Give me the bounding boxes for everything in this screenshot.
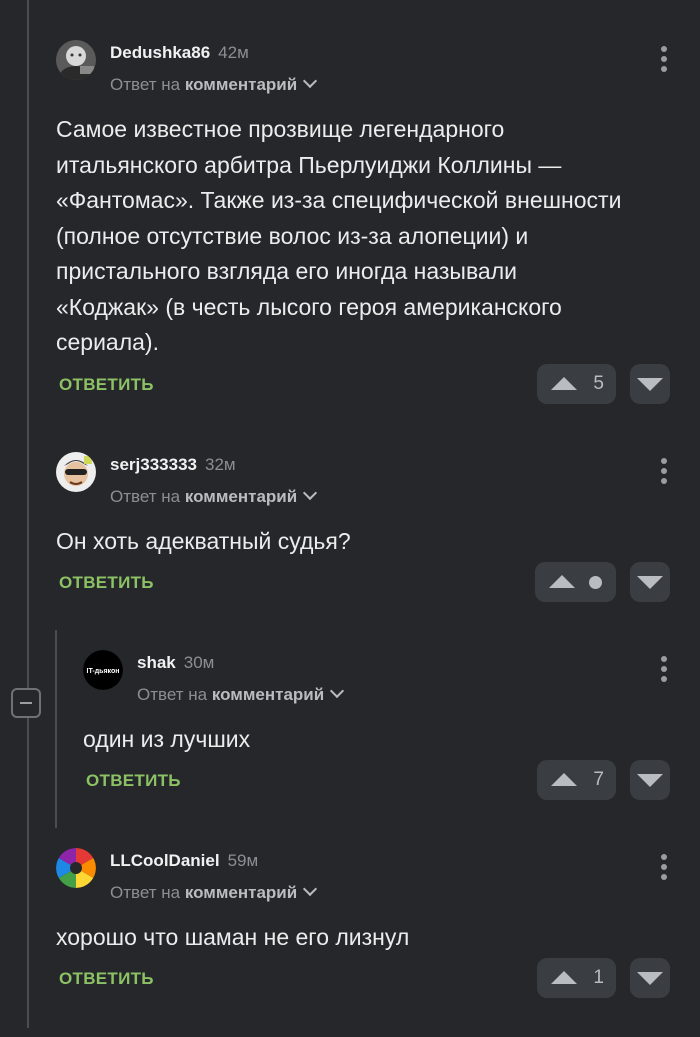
rating-score: 5 — [593, 373, 604, 394]
downvote-button[interactable] — [630, 958, 670, 998]
avatar[interactable] — [56, 40, 96, 80]
comment-time: 30м — [183, 653, 215, 672]
avatar-logo-icon: IT-дьякон — [83, 650, 123, 690]
reply-button[interactable]: ОТВЕТИТЬ — [59, 375, 154, 395]
author-name[interactable]: LLCoolDaniel 59м — [110, 851, 258, 871]
comments-page: Dedushka86 42м Ответ на комментарий Самое… — [0, 0, 700, 1037]
downvote-button[interactable] — [630, 364, 670, 404]
collapse-thread-button[interactable] — [11, 688, 41, 718]
reply-prefix: Ответ на — [110, 883, 181, 902]
rating-score: 7 — [593, 769, 604, 790]
arrow-up-icon — [551, 377, 577, 390]
reply-to[interactable]: Ответ на комментарий — [137, 683, 345, 705]
reply-target[interactable]: комментарий — [185, 487, 297, 506]
downvote-button[interactable] — [630, 562, 670, 602]
svg-text:IT-дьякон: IT-дьякон — [87, 668, 120, 675]
chevron-down-icon[interactable] — [303, 485, 318, 501]
comment-text: Он хоть адекватный судья? — [56, 528, 351, 554]
downvote-button[interactable] — [630, 760, 670, 800]
avatar[interactable] — [56, 848, 96, 888]
author-name[interactable]: shak 30м — [137, 653, 214, 673]
rating-hidden-dot — [589, 576, 602, 589]
more-options-icon[interactable] — [659, 46, 669, 72]
comment-time: 32м — [204, 455, 236, 474]
reply-prefix: Ответ на — [110, 487, 181, 506]
reply-button[interactable]: ОТВЕТИТЬ — [86, 771, 181, 791]
chevron-down-icon[interactable] — [330, 683, 345, 699]
more-options-icon[interactable] — [659, 656, 669, 682]
arrow-down-icon — [637, 576, 663, 589]
thread-line[interactable] — [27, 0, 29, 1028]
avatar-rainbow-icon — [56, 848, 96, 888]
upvote-button[interactable]: 5 — [537, 364, 616, 404]
comment-text: один из лучших — [83, 726, 251, 752]
reply-prefix: Ответ на — [110, 75, 181, 94]
nested-thread-line[interactable] — [55, 630, 57, 828]
more-options-icon[interactable] — [659, 854, 669, 880]
reply-target[interactable]: комментарий — [212, 685, 324, 704]
arrow-up-icon — [551, 773, 577, 786]
chevron-down-icon[interactable] — [303, 881, 318, 897]
reply-to[interactable]: Ответ на комментарий — [110, 73, 318, 95]
upvote-button[interactable]: 7 — [537, 760, 616, 800]
more-options-icon[interactable] — [659, 458, 669, 484]
avatar[interactable]: IT-дьякон — [83, 650, 123, 690]
chevron-down-icon[interactable] — [303, 73, 318, 89]
reply-button[interactable]: ОТВЕТИТЬ — [59, 573, 154, 593]
comment-time: 42м — [218, 43, 249, 62]
upvote-button[interactable]: 1 — [537, 958, 616, 998]
arrow-down-icon — [637, 378, 663, 391]
avatar-photo-icon — [56, 40, 96, 80]
comment-text: хорошо что шаман не его лизнул — [56, 924, 410, 950]
comment-text: Самое известное прозвище легендарного ит… — [56, 116, 622, 355]
upvote-button[interactable] — [535, 562, 616, 602]
arrow-down-icon — [637, 774, 663, 787]
arrow-up-icon — [549, 575, 575, 588]
avatar-cartoon-icon — [56, 452, 96, 492]
comment-time: 59м — [227, 851, 259, 870]
author-name[interactable]: Dedushka86 42м — [110, 43, 249, 63]
reply-target[interactable]: комментарий — [185, 883, 297, 902]
arrow-up-icon — [551, 971, 577, 984]
avatar[interactable] — [56, 452, 96, 492]
reply-button[interactable]: ОТВЕТИТЬ — [59, 969, 154, 989]
reply-to[interactable]: Ответ на комментарий — [110, 881, 318, 903]
author-name[interactable]: serj333333 32м — [110, 455, 236, 475]
arrow-down-icon — [637, 972, 663, 985]
rating-score: 1 — [593, 967, 604, 988]
reply-prefix: Ответ на — [137, 685, 208, 704]
reply-to[interactable]: Ответ на комментарий — [110, 485, 318, 507]
reply-target[interactable]: комментарий — [185, 75, 297, 94]
